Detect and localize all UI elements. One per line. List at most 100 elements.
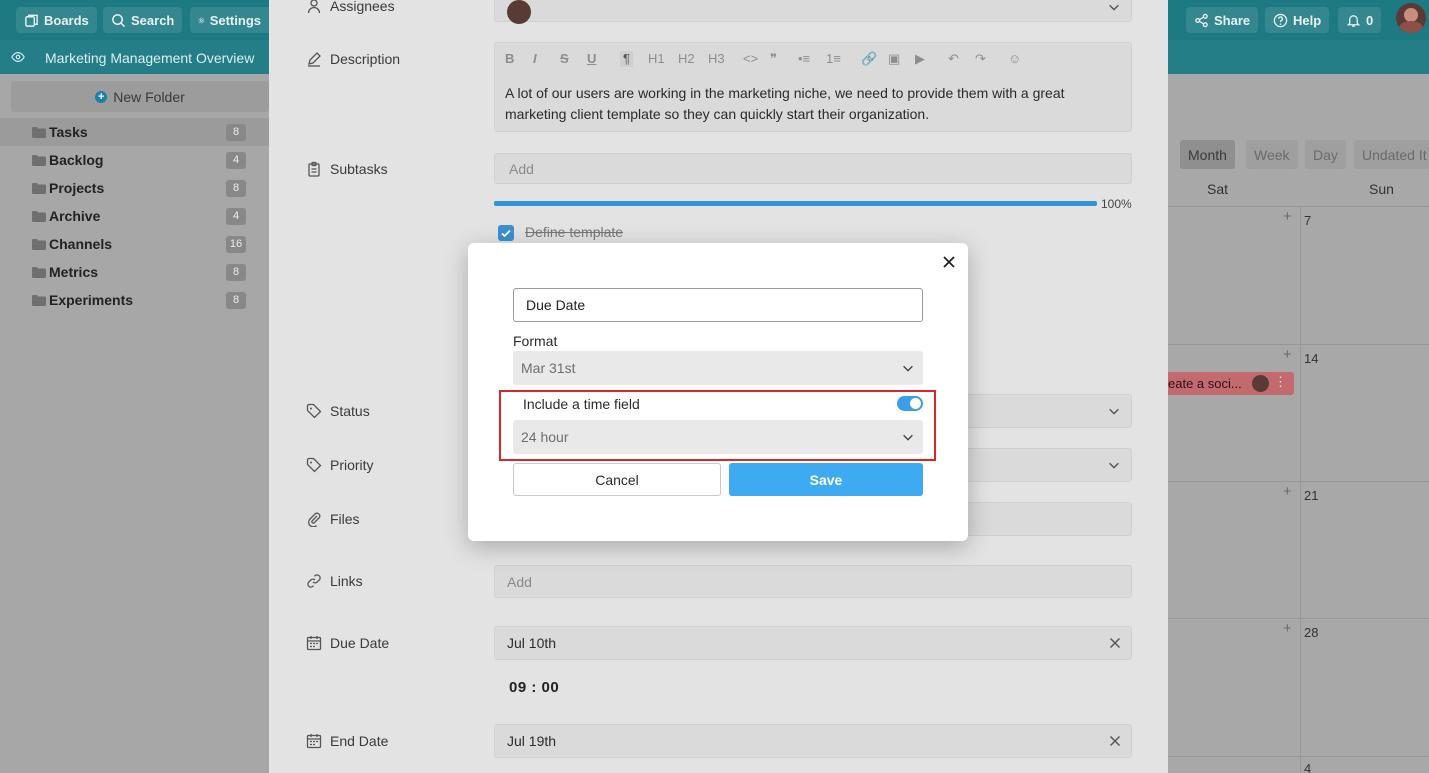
format-select[interactable]: Mar 31st [513, 351, 923, 385]
new-folder-button[interactable]: + New Folder [11, 81, 269, 112]
heading3-icon[interactable]: H3 [708, 51, 725, 67]
help-icon [1273, 13, 1288, 27]
folder-label: Channels [49, 236, 113, 252]
help-label: Help [1293, 12, 1322, 28]
folder-item[interactable]: Backlog 4 [0, 146, 269, 174]
cancel-button[interactable]: Cancel [513, 463, 721, 496]
folder-label: Backlog [49, 152, 104, 168]
links-label: Links [330, 573, 363, 589]
settings-button[interactable]: Settings [190, 7, 269, 33]
folder-item[interactable]: Channels 16 [0, 230, 269, 258]
notifications-button[interactable]: 0 [1338, 7, 1382, 33]
end-date-input[interactable]: Jul 19th [494, 724, 1132, 758]
redo-icon[interactable]: ↷ [975, 51, 986, 67]
assignees-select[interactable] [494, 0, 1132, 24]
field-name-input[interactable] [513, 288, 923, 322]
close-icon[interactable] [941, 254, 957, 270]
due-time-minutes: 00 [541, 679, 560, 696]
settings-label: Settings [209, 12, 261, 28]
tag-icon [306, 457, 322, 473]
plus-circle-icon: + [95, 90, 108, 103]
view-tab-undated-it[interactable]: Undated It [1354, 140, 1429, 169]
clipboard-icon [308, 161, 320, 177]
day-header-sat: Sat [1207, 181, 1229, 197]
bell-icon [1346, 14, 1361, 27]
due-date-label: Due Date [330, 635, 390, 651]
folder-label: Tasks [49, 124, 88, 140]
eye-icon[interactable] [11, 50, 25, 64]
folder-count-badge: 8 [226, 179, 246, 197]
underline-icon[interactable]: U [587, 51, 596, 67]
emoji-icon[interactable]: ☺ [1008, 51, 1021, 67]
folder-label: Archive [49, 208, 101, 224]
add-event-plus-icon[interactable]: + [1283, 346, 1292, 363]
calendar-row-divider [1168, 344, 1429, 345]
add-event-plus-icon[interactable]: + [1283, 208, 1292, 225]
view-tab-week[interactable]: Week [1246, 140, 1298, 169]
boards-button[interactable]: Boards [16, 7, 97, 33]
pencil-icon [308, 52, 321, 67]
folder-count-badge: 4 [226, 207, 246, 225]
paragraph-icon[interactable]: ¶ [620, 51, 633, 67]
add-event-plus-icon[interactable]: + [1283, 483, 1292, 500]
description-text[interactable]: A lot of our users are working in the ma… [505, 83, 1125, 125]
due-date-input[interactable]: Jul 10th [494, 626, 1132, 660]
toggle-knob [910, 398, 921, 409]
calendar-row-divider [1168, 756, 1429, 757]
view-tab-day[interactable]: Day [1305, 140, 1346, 169]
more-vertical-icon[interactable]: ⋮ [1274, 374, 1287, 390]
bullet-list-icon[interactable]: •≡ [798, 51, 810, 67]
folder-item[interactable]: Archive 4 [0, 202, 269, 230]
subtasks-placeholder: Add [509, 160, 534, 177]
subtasks-progress-percent: 100% [1101, 197, 1132, 211]
clear-icon[interactable] [1109, 735, 1121, 747]
folder-item[interactable]: Metrics 8 [0, 258, 269, 286]
subtasks-input[interactable]: Add [494, 153, 1132, 184]
folder-count-badge: 4 [226, 151, 246, 169]
folder-item[interactable]: Tasks 8 [0, 118, 269, 146]
view-tab-month[interactable]: Month [1180, 140, 1235, 169]
links-input[interactable]: Add [494, 565, 1132, 598]
subtask-item[interactable]: Define template [525, 224, 623, 240]
boards-label: Boards [44, 12, 89, 28]
folder-icon [32, 294, 46, 306]
add-event-plus-icon[interactable]: + [1283, 620, 1292, 637]
include-time-toggle[interactable] [897, 396, 923, 411]
link-icon[interactable]: 🔗 [861, 51, 877, 67]
heading1-icon[interactable]: H1 [648, 51, 665, 67]
quote-icon[interactable]: ❞ [770, 51, 777, 67]
save-button[interactable]: Save [729, 463, 923, 496]
folder-item[interactable]: Experiments 8 [0, 286, 269, 314]
share-button[interactable]: Share [1186, 7, 1259, 33]
search-icon [112, 13, 126, 27]
chevron-down-icon [903, 434, 913, 441]
strikethrough-icon[interactable]: S [560, 51, 569, 67]
chevron-down-icon [903, 365, 913, 372]
clear-icon[interactable] [1109, 637, 1121, 649]
subtask-checkbox[interactable] [498, 225, 514, 241]
link-icon [307, 574, 321, 588]
folder-item[interactable]: Projects 8 [0, 174, 269, 202]
user-avatar[interactable] [1396, 3, 1426, 33]
chevron-down-icon [1109, 462, 1119, 469]
paperclip-icon [308, 512, 321, 527]
bold-icon[interactable]: B [505, 51, 514, 67]
time-format-value: 24 hour [521, 429, 569, 445]
search-button[interactable]: Search [103, 7, 183, 33]
day-header-sun: Sun [1369, 181, 1394, 197]
due-time[interactable]: 09 : 00 [509, 679, 559, 696]
files-label: Files [330, 511, 360, 527]
code-icon[interactable]: <> [743, 51, 758, 67]
help-button[interactable]: Help [1265, 7, 1330, 33]
numbered-list-icon[interactable]: 1≡ [826, 51, 841, 67]
due-date-value: Jul 10th [507, 635, 557, 651]
italic-icon[interactable]: I [533, 51, 537, 67]
calendar-event[interactable]: eate a soci... ⋮ [1162, 372, 1294, 395]
time-format-select[interactable]: 24 hour [513, 420, 923, 454]
video-icon[interactable]: ▶ [915, 51, 925, 67]
undo-icon[interactable]: ↶ [948, 51, 959, 67]
board-title: Marketing Management Overview [45, 50, 255, 66]
heading2-icon[interactable]: H2 [678, 51, 695, 67]
folder-icon [32, 210, 46, 222]
image-icon[interactable]: ▣ [888, 51, 900, 67]
